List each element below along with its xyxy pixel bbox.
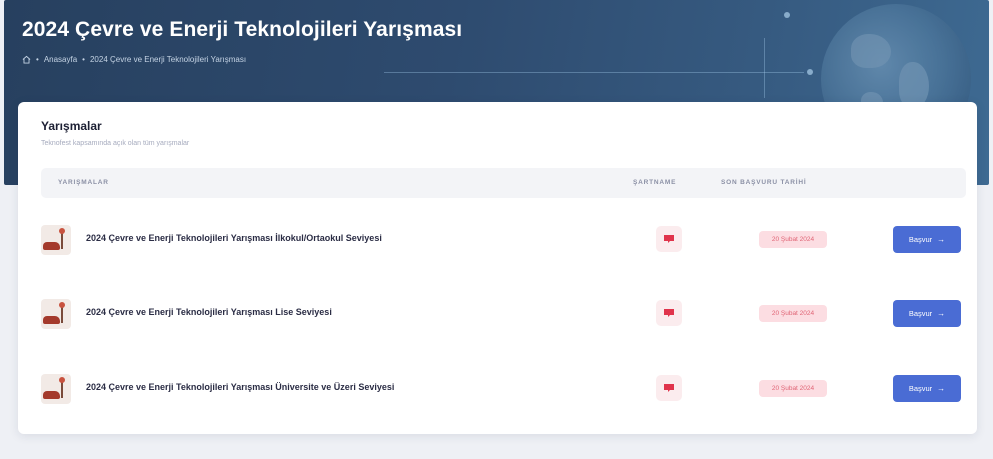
apply-button[interactable]: Başvur → [893,226,961,253]
apply-button[interactable]: Başvur → [893,375,961,402]
specification-button[interactable] [656,300,682,326]
specification-button[interactable] [656,226,682,252]
specification-button[interactable] [656,375,682,401]
competition-thumbnail [41,374,71,404]
home-icon[interactable] [22,55,31,64]
column-header-deadline: SON BAŞVURU TARİHİ [721,179,807,186]
competition-thumbnail [41,299,71,329]
competition-thumbnail [41,225,71,255]
competitions-card: Yarışmalar Teknofest kapsamında açık ola… [18,102,977,434]
breadcrumb-item-current: 2024 Çevre ve Enerji Teknolojileri Yarış… [89,55,247,64]
arrow-right-icon: → [937,384,946,393]
card-subtitle: Teknofest kapsamında açık olan tüm yarış… [41,140,190,147]
breadcrumb-item-home[interactable]: Anasayfa [44,55,77,64]
deadline-badge: 20 Şubat 2024 [759,305,827,322]
breadcrumb-separator: • [82,55,85,64]
card-title: Yarışmalar [41,119,102,133]
column-header-specification: ŞARTNAME [633,179,677,186]
apply-button-label: Başvur [908,384,933,393]
document-icon [664,309,674,317]
document-icon [664,235,674,243]
column-header-competitions: YARIŞMALAR [58,179,109,186]
table-row: 2024 Çevre ve Enerji Teknolojileri Yarış… [41,290,966,336]
decorative-dot [784,12,790,18]
table-row: 2024 Çevre ve Enerji Teknolojileri Yarış… [41,365,966,411]
apply-button-label: Başvur [908,235,933,244]
document-icon [664,384,674,392]
deadline-badge: 20 Şubat 2024 [759,380,827,397]
page-title: 2024 Çevre ve Enerji Teknolojileri Yarış… [22,18,463,41]
competition-title[interactable]: 2024 Çevre ve Enerji Teknolojileri Yarış… [86,233,382,243]
competition-title[interactable]: 2024 Çevre ve Enerji Teknolojileri Yarış… [86,307,332,317]
arrow-right-icon: → [937,309,946,318]
breadcrumb: • Anasayfa • 2024 Çevre ve Enerji Teknol… [22,55,246,64]
arrow-right-icon: → [937,235,946,244]
apply-button-label: Başvur [908,309,933,318]
deadline-badge: 20 Şubat 2024 [759,231,827,248]
decorative-line [764,38,765,98]
competition-title[interactable]: 2024 Çevre ve Enerji Teknolojileri Yarış… [86,382,394,392]
breadcrumb-separator: • [36,55,39,64]
apply-button[interactable]: Başvur → [893,300,961,327]
table-row: 2024 Çevre ve Enerji Teknolojileri Yarış… [41,216,966,262]
decorative-line [384,72,804,73]
decorative-dot [807,69,813,75]
table-header: YARIŞMALAR ŞARTNAME SON BAŞVURU TARİHİ [41,168,966,198]
